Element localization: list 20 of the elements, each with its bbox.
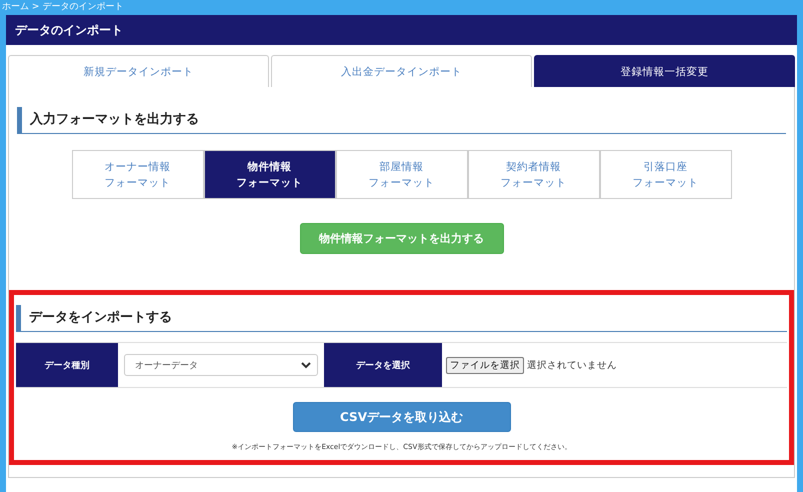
- section-heading: 入力フォーマットを出力する: [17, 107, 786, 134]
- breadcrumb: ホーム > データのインポート: [1, 1, 124, 14]
- section-heading: データをインポートする: [16, 305, 787, 332]
- format-option[interactable]: 引落口座 フォーマット: [600, 150, 732, 199]
- format-option[interactable]: オーナー情報 フォーマット: [72, 150, 204, 199]
- format-option[interactable]: 物件情報 フォーマット: [204, 150, 336, 199]
- field-label: データ種別: [16, 343, 118, 387]
- data-type-select[interactable]: オーナーデータ: [124, 354, 318, 376]
- page-title: データのインポート: [6, 15, 797, 45]
- format-option[interactable]: 契約者情報 フォーマット: [468, 150, 600, 199]
- chevron-down-icon: [301, 362, 311, 368]
- field-label: データを選択: [324, 343, 442, 387]
- choose-file-button[interactable]: ファイルを選択: [446, 356, 524, 374]
- tab[interactable]: 登録情報一括変更: [534, 55, 795, 87]
- export-button[interactable]: 物件情報フォーマットを出力する: [300, 223, 504, 254]
- import-button[interactable]: CSVデータを取り込む: [292, 402, 510, 432]
- file-status: 選択されていません: [527, 358, 617, 372]
- format-option[interactable]: 部屋情報 フォーマット: [336, 150, 468, 199]
- tab[interactable]: 新規データインポート: [8, 55, 269, 87]
- tab[interactable]: 入出金データインポート: [271, 55, 532, 87]
